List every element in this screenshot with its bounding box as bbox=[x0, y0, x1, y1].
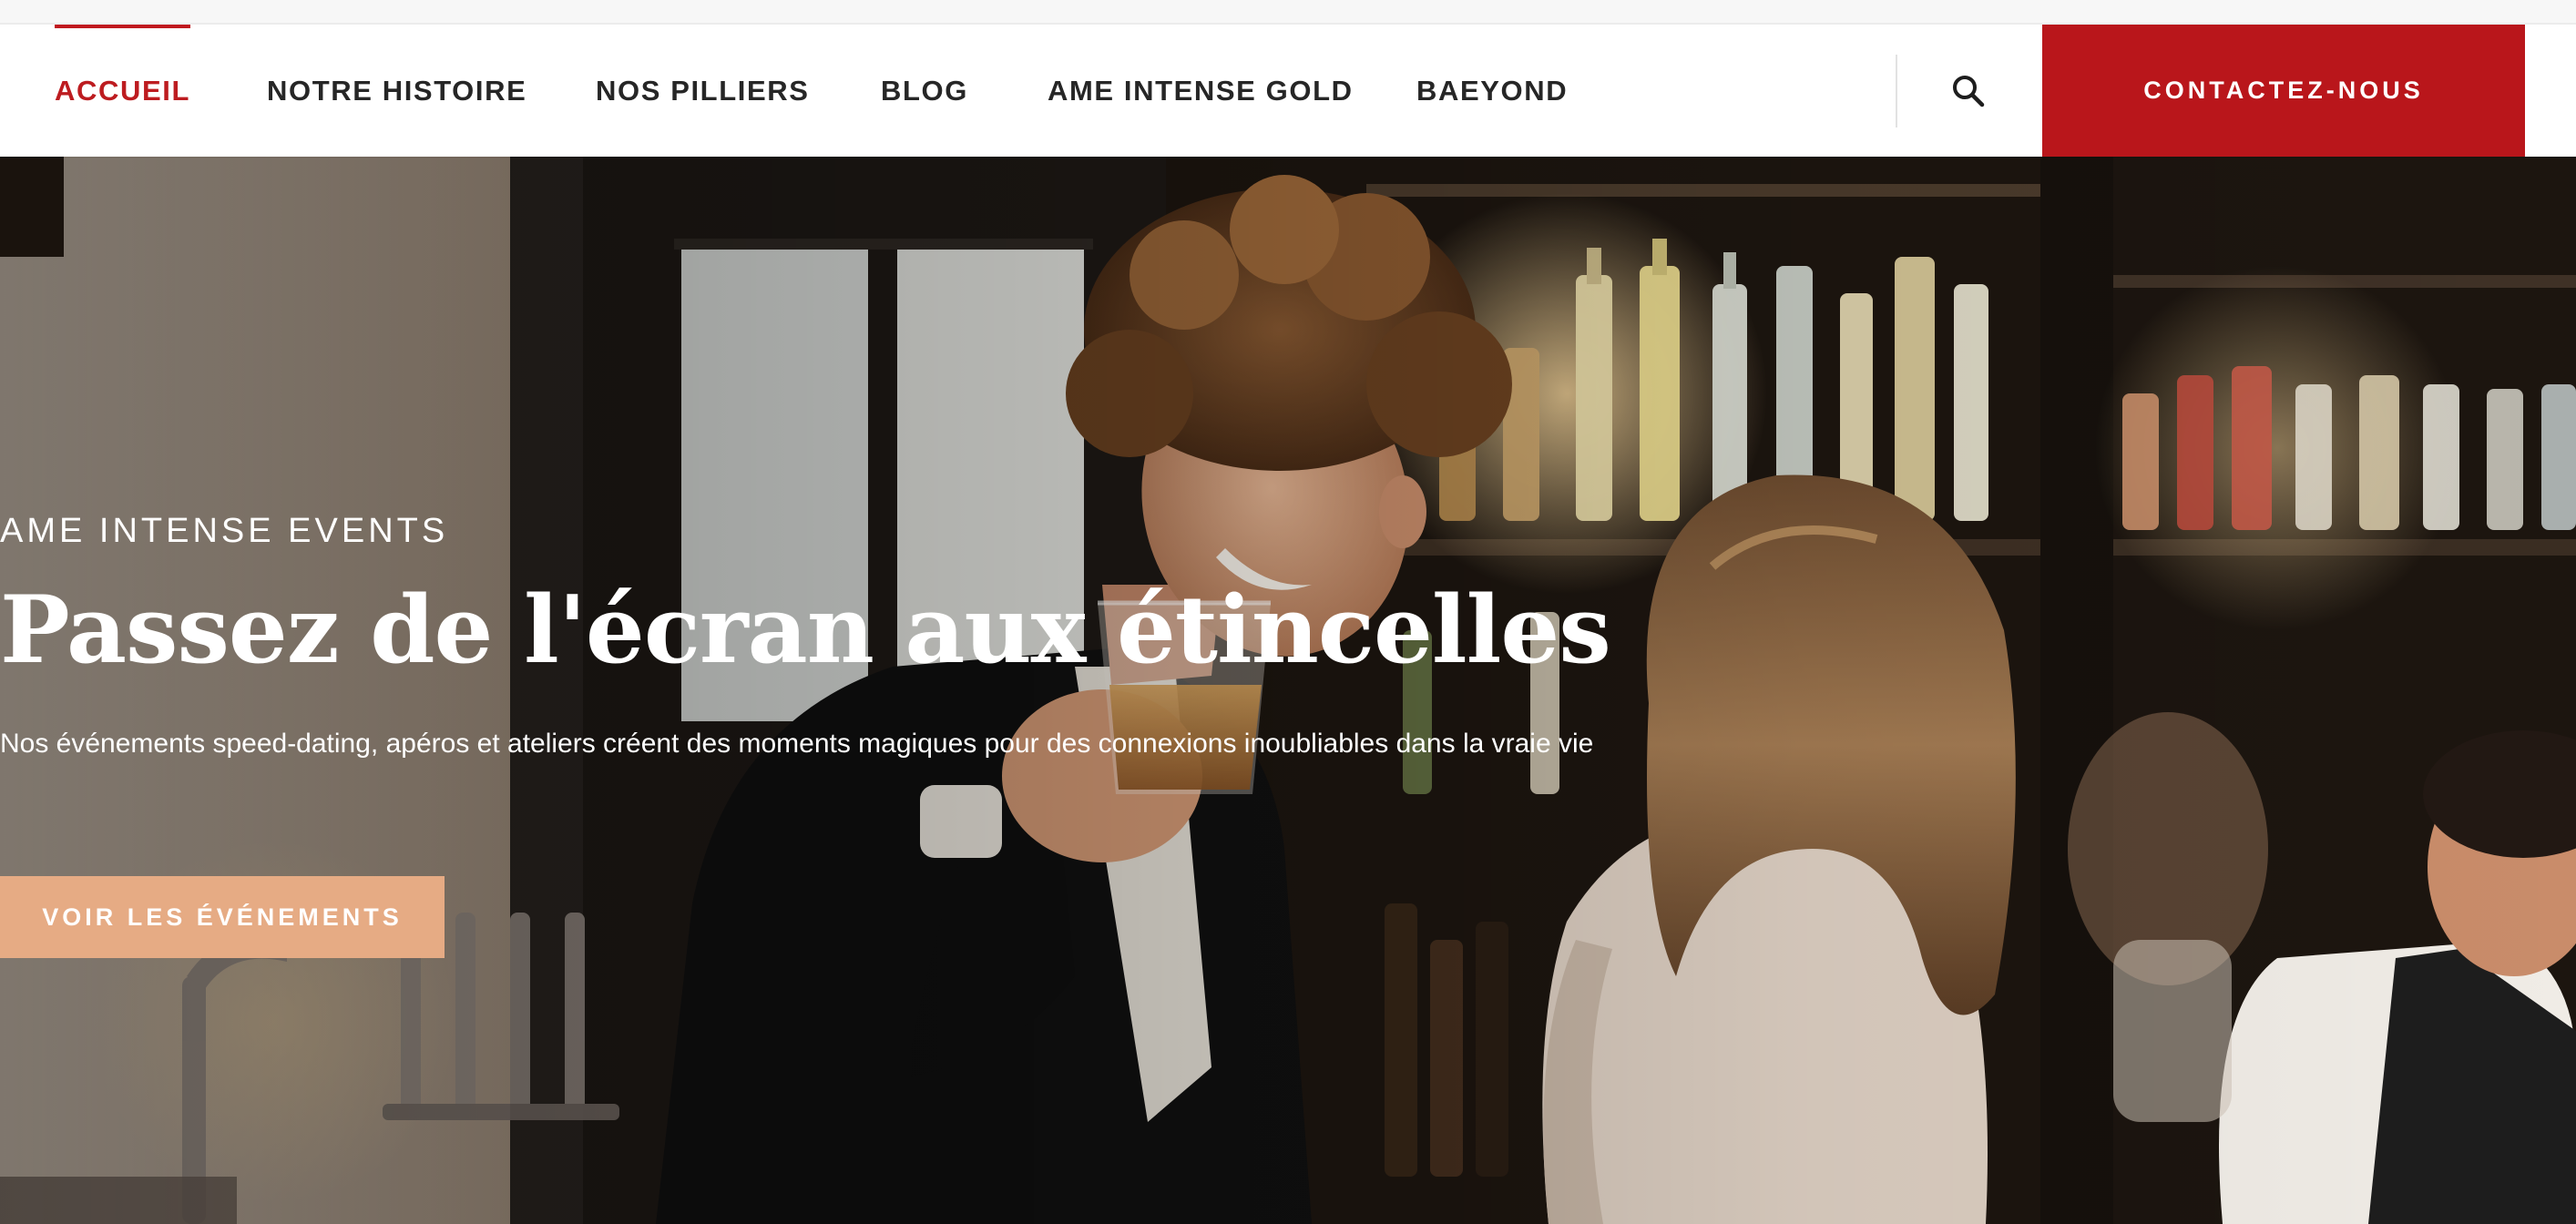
nav-item-notre-histoire[interactable]: NOTRE HISTOIRE bbox=[267, 25, 526, 157]
hero-overlay bbox=[0, 157, 2576, 1224]
search-button[interactable] bbox=[1940, 63, 1997, 119]
nav-item-nos-pilliers[interactable]: NOS PILLIERS bbox=[596, 25, 810, 157]
nav-item-ame-intense-gold[interactable]: AME INTENSE GOLD bbox=[1048, 25, 1354, 157]
site-header: ACCUEIL NOTRE HISTOIRE NOS PILLIERS BLOG… bbox=[0, 25, 2576, 157]
nav-item-accueil[interactable]: ACCUEIL bbox=[55, 25, 190, 157]
hero-title: Passez de l'écran aux étincelles bbox=[0, 576, 1611, 685]
view-events-button[interactable]: VOIR LES ÉVÉNEMENTS bbox=[0, 876, 445, 958]
search-icon bbox=[1953, 76, 1985, 107]
nav-item-baeyond[interactable]: BAEYOND bbox=[1416, 25, 1568, 157]
hero-section: AME INTENSE EVENTS Passez de l'écran aux… bbox=[0, 157, 2576, 1224]
nav-item-blog[interactable]: BLOG bbox=[881, 25, 968, 157]
top-strip bbox=[0, 0, 2576, 25]
header-divider bbox=[1896, 55, 1897, 128]
hero-kicker: AME INTENSE EVENTS bbox=[0, 512, 449, 550]
contact-button[interactable]: CONTACTEZ-NOUS bbox=[2042, 25, 2525, 157]
hero-subtitle: Nos événements speed-dating, apéros et a… bbox=[0, 729, 1594, 759]
